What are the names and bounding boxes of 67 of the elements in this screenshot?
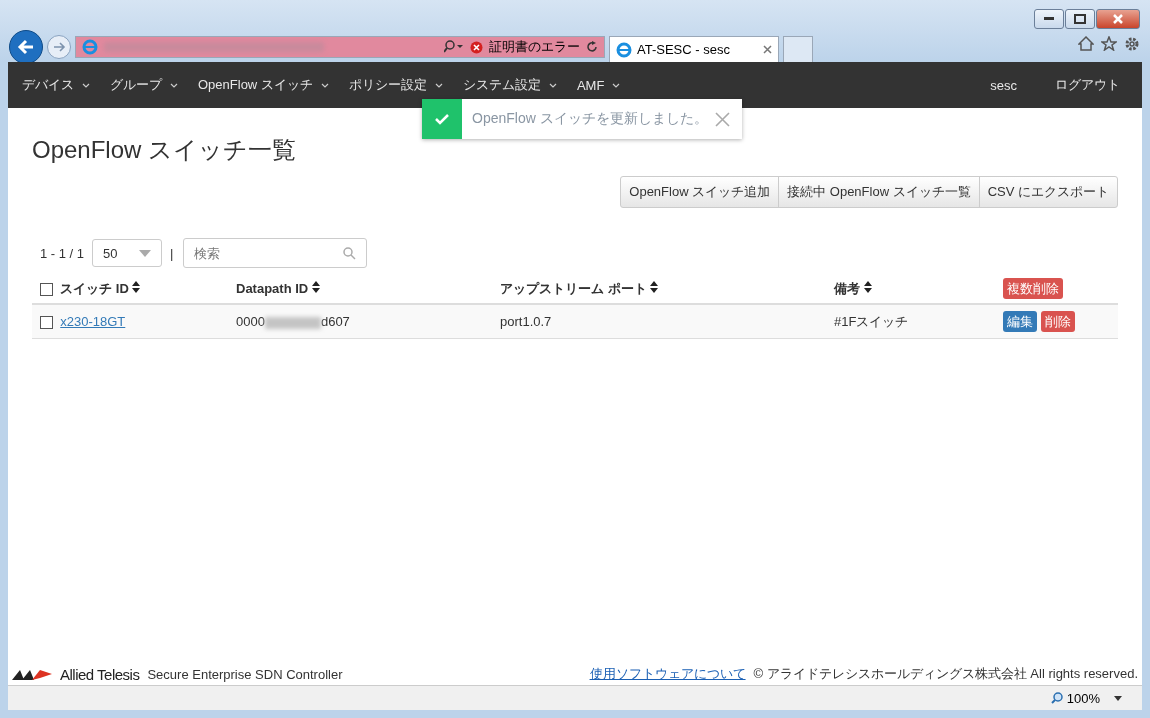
toolbar-button[interactable]: 接続中 OpenFlow スイッチ一覧 (778, 176, 980, 208)
nav-menu-item[interactable]: グループ (100, 76, 188, 94)
column-header: スイッチ ID (60, 280, 130, 296)
product-name: Secure Enterprise SDN Controller (147, 666, 343, 682)
close-icon[interactable] (763, 45, 772, 54)
close-icon (1113, 14, 1123, 24)
sort-icon[interactable] (650, 280, 659, 293)
sort-icon[interactable] (311, 281, 320, 293)
switch-link[interactable]: x230-18GT (60, 313, 126, 329)
nav-menu-item[interactable]: システム設定 (452, 76, 567, 94)
home-icon[interactable] (1078, 36, 1094, 51)
separator-text: | (170, 245, 174, 261)
browser-tab[interactable]: AT-SESC - sesc (609, 36, 779, 62)
page-size-select[interactable]: 50 (92, 239, 163, 267)
maximize-button[interactable] (1065, 9, 1095, 29)
pagination-range: 1 - 1 / 1 (40, 245, 85, 261)
search-field[interactable]: 検索 (183, 238, 368, 268)
toolbar-button[interactable]: CSV にエクスポート (978, 176, 1118, 208)
arrow-right-icon (52, 41, 66, 53)
browser-logo-icon (616, 41, 632, 58)
checkbox[interactable] (40, 316, 53, 330)
new-tab-button[interactable] (783, 35, 813, 63)
column-header: アップストリーム ポート (500, 280, 648, 296)
copyright-text: © アライドテレシスホールディングス株式会社 All rights reserved. (753, 665, 1138, 683)
software-info-link[interactable]: 使用ソフトウェアについて (589, 665, 746, 683)
refresh-icon[interactable] (586, 41, 598, 53)
table-cell: 0000 (236, 314, 265, 329)
logout-link[interactable]: ログアウト (1045, 76, 1130, 94)
settings-icon[interactable] (1124, 36, 1140, 52)
blurred-area (264, 316, 321, 329)
zoom-icon (1050, 692, 1063, 704)
brand-name: Allied Telesis (60, 665, 140, 683)
arrow-left-icon (17, 39, 35, 55)
minimize-icon (1044, 17, 1054, 21)
search-icon[interactable] (444, 40, 464, 54)
back-button[interactable] (9, 30, 43, 64)
toolbar-button[interactable]: OpenFlow スイッチ追加 (620, 176, 780, 208)
table-cell: #1Fスイッチ (826, 304, 995, 339)
nav-menu-item[interactable]: AMF (566, 77, 631, 93)
column-header: 備考 (834, 280, 861, 296)
zoom-level[interactable]: 100% (1050, 690, 1100, 706)
address-bar[interactable]: 証明書のエラー (75, 36, 605, 58)
toast-message: OpenFlow スイッチを更新しました。 (471, 110, 709, 128)
column-header: Datapath ID (236, 281, 310, 296)
sort-icon[interactable] (863, 280, 872, 293)
nav-menu-item[interactable]: デバイス (12, 76, 100, 94)
table-cell: port1.0.7 (492, 304, 826, 339)
checkbox[interactable] (40, 282, 53, 296)
sort-icon[interactable] (132, 280, 141, 293)
nav-menu-item[interactable]: OpenFlow スイッチ (188, 76, 339, 94)
maximize-icon (1074, 14, 1086, 24)
table-cell: d607 (320, 314, 350, 329)
delete-button[interactable]: 削除 (1040, 311, 1075, 332)
caret-icon[interactable] (1114, 695, 1122, 701)
user-menu[interactable]: sesc (962, 77, 1045, 93)
edit-button[interactable]: 編集 (1003, 311, 1037, 332)
star-icon[interactable] (1101, 36, 1117, 51)
error-icon (470, 40, 483, 54)
browser-logo-icon (82, 39, 98, 55)
caret-icon (139, 249, 152, 257)
bulk-delete-button[interactable]: 複数削除 (1003, 278, 1063, 299)
nav-menu-item[interactable]: ポリシー設定 (338, 76, 453, 94)
certificate-error-text[interactable]: 証明書のエラー (489, 38, 580, 56)
minimize-button[interactable] (1034, 9, 1064, 29)
page-title: OpenFlow スイッチ一覧 (32, 135, 298, 165)
close-button[interactable] (1096, 9, 1140, 29)
logo-icon (12, 668, 52, 680)
